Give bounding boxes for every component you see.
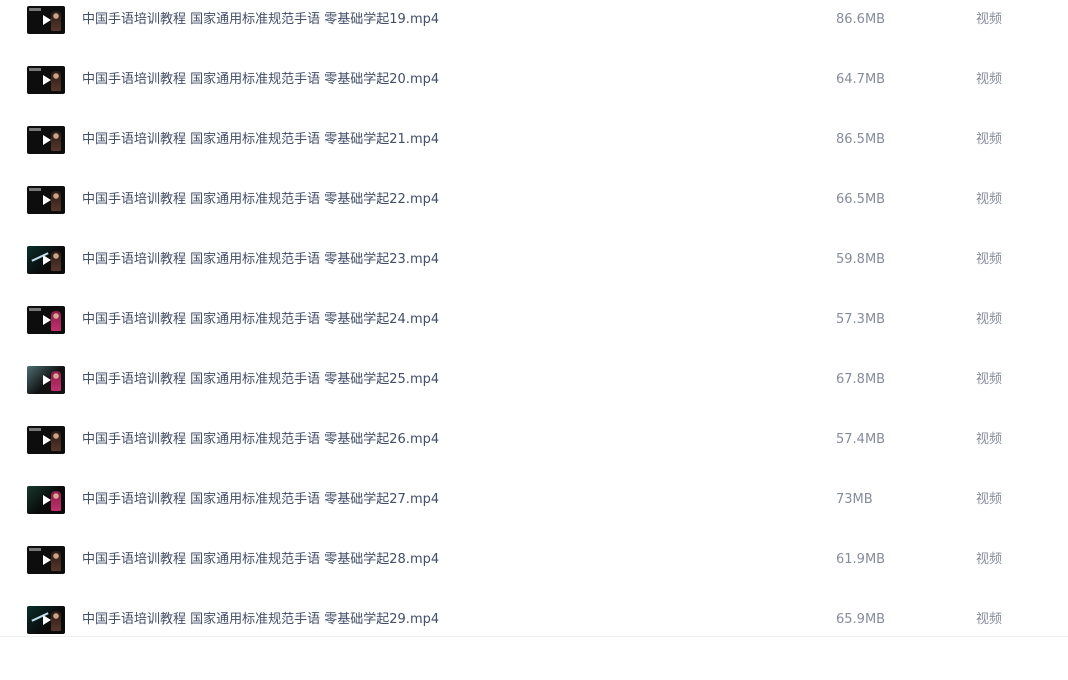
file-size: 86.5MB (836, 132, 886, 147)
file-name[interactable]: 中国手语培训教程 国家通用标准规范手语 零基础学起25.mp4 (82, 371, 439, 389)
file-size: 86.6MB (836, 12, 886, 27)
file-type: 视频 (976, 72, 1003, 87)
file-type: 视频 (976, 312, 1003, 327)
file-name[interactable]: 中国手语培训教程 国家通用标准规范手语 零基础学起29.mp4 (82, 611, 439, 629)
video-thumbnail[interactable] (27, 126, 65, 154)
video-thumbnail[interactable] (27, 186, 65, 214)
file-type: 视频 (976, 192, 1003, 207)
play-icon (43, 435, 51, 445)
file-name[interactable]: 中国手语培训教程 国家通用标准规范手语 零基础学起19.mp4 (82, 11, 439, 29)
file-name[interactable]: 中国手语培训教程 国家通用标准规范手语 零基础学起21.mp4 (82, 131, 439, 149)
file-name[interactable]: 中国手语培训教程 国家通用标准规范手语 零基础学起20.mp4 (82, 71, 439, 89)
file-type: 视频 (976, 132, 1003, 147)
video-thumbnail[interactable] (27, 546, 65, 574)
file-name[interactable]: 中国手语培训教程 国家通用标准规范手语 零基础学起22.mp4 (82, 191, 439, 209)
file-type: 视频 (976, 612, 1003, 627)
file-size: 59.8MB (836, 252, 886, 267)
file-size: 66.5MB (836, 192, 886, 207)
file-row[interactable]: 中国手语培训教程 国家通用标准规范手语 零基础学起29.mp4 65.9MB 视… (0, 606, 1068, 680)
file-size: 57.3MB (836, 312, 886, 327)
video-thumbnail[interactable] (27, 606, 65, 634)
play-icon (43, 195, 51, 205)
file-name[interactable]: 中国手语培训教程 国家通用标准规范手语 零基础学起26.mp4 (82, 431, 439, 449)
file-type: 视频 (976, 252, 1003, 267)
file-type: 视频 (976, 372, 1003, 387)
file-name[interactable]: 中国手语培训教程 国家通用标准规范手语 零基础学起23.mp4 (82, 251, 439, 269)
file-type: 视频 (976, 492, 1003, 507)
play-icon (43, 75, 51, 85)
play-icon (43, 255, 51, 265)
video-thumbnail[interactable] (27, 6, 65, 34)
video-thumbnail[interactable] (27, 426, 65, 454)
play-icon (43, 615, 51, 625)
video-thumbnail[interactable] (27, 486, 65, 514)
file-size: 57.4MB (836, 432, 886, 447)
file-size: 61.9MB (836, 552, 886, 567)
video-thumbnail[interactable] (27, 246, 65, 274)
play-icon (43, 555, 51, 565)
play-icon (43, 315, 51, 325)
play-icon (43, 15, 51, 25)
file-size: 65.9MB (836, 612, 886, 627)
file-size: 67.8MB (836, 372, 886, 387)
video-thumbnail[interactable] (27, 366, 65, 394)
file-size: 73MB (836, 492, 873, 507)
video-thumbnail[interactable] (27, 306, 65, 334)
file-type: 视频 (976, 552, 1003, 567)
file-type: 视频 (976, 432, 1003, 447)
play-icon (43, 135, 51, 145)
play-icon (43, 375, 51, 385)
list-bottom-divider (0, 636, 1068, 637)
file-name[interactable]: 中国手语培训教程 国家通用标准规范手语 零基础学起24.mp4 (82, 311, 439, 329)
play-icon (43, 495, 51, 505)
file-name[interactable]: 中国手语培训教程 国家通用标准规范手语 零基础学起27.mp4 (82, 491, 439, 509)
video-thumbnail[interactable] (27, 66, 65, 94)
file-name[interactable]: 中国手语培训教程 国家通用标准规范手语 零基础学起28.mp4 (82, 551, 439, 569)
file-size: 64.7MB (836, 72, 886, 87)
file-type: 视频 (976, 12, 1003, 27)
